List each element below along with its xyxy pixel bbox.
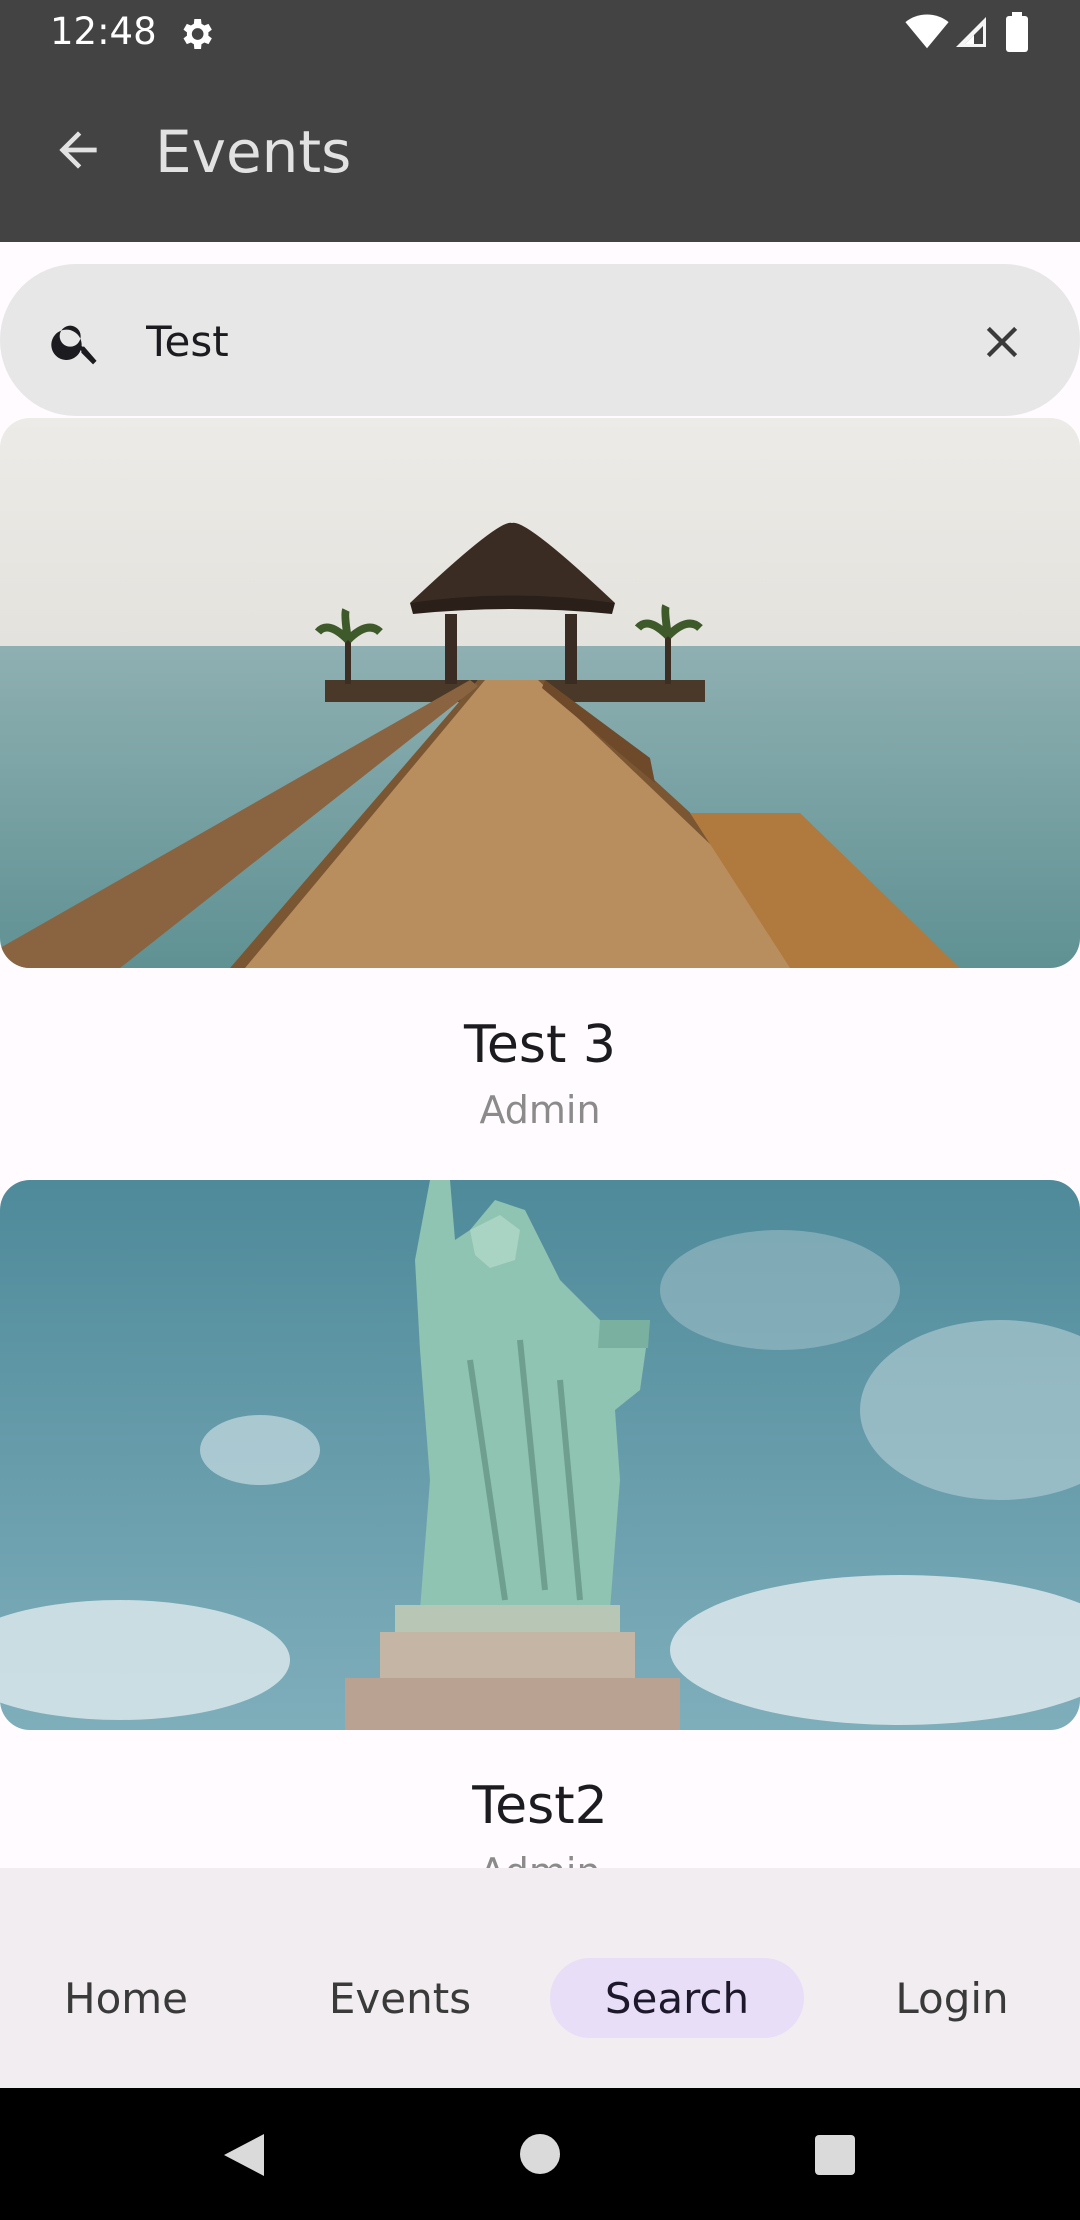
system-navigation-bar bbox=[0, 2088, 1080, 2220]
home-circle-icon[interactable] bbox=[518, 2132, 562, 2176]
gear-icon bbox=[183, 19, 212, 49]
event-image-pier[interactable] bbox=[0, 418, 1080, 968]
cell-signal-icon bbox=[956, 17, 986, 47]
bottom-navigation: Home Events Search Login bbox=[0, 1868, 1080, 2088]
nav-search[interactable]: Search bbox=[550, 1958, 804, 2038]
pier-photo bbox=[0, 418, 1080, 968]
nav-login[interactable]: Login bbox=[852, 1958, 1052, 2038]
battery-icon bbox=[1006, 12, 1028, 52]
back-arrow-icon[interactable] bbox=[50, 122, 106, 178]
search-icon bbox=[51, 325, 97, 365]
wifi-icon bbox=[905, 14, 949, 49]
statue-of-liberty-photo bbox=[0, 1180, 1080, 1730]
nav-events[interactable]: Events bbox=[300, 1958, 500, 2038]
recents-square-icon[interactable] bbox=[814, 2134, 856, 2176]
back-triangle-icon[interactable] bbox=[222, 2132, 266, 2178]
event-author: Admin bbox=[479, 1088, 601, 1132]
nav-home[interactable]: Home bbox=[26, 1958, 226, 2038]
event-title[interactable]: Test2 bbox=[0, 1776, 1080, 1836]
status-bar: 12:48 bbox=[0, 0, 1080, 66]
event-title[interactable]: Test 3 bbox=[0, 1015, 1080, 1075]
event-image-statue[interactable] bbox=[0, 1180, 1080, 1730]
search-bar[interactable] bbox=[0, 264, 1080, 416]
page-title: Events bbox=[155, 118, 352, 186]
close-icon[interactable] bbox=[976, 316, 1028, 368]
search-input[interactable] bbox=[144, 304, 948, 378]
status-time: 12:48 bbox=[50, 10, 157, 53]
app-bar: Events bbox=[0, 66, 1080, 242]
